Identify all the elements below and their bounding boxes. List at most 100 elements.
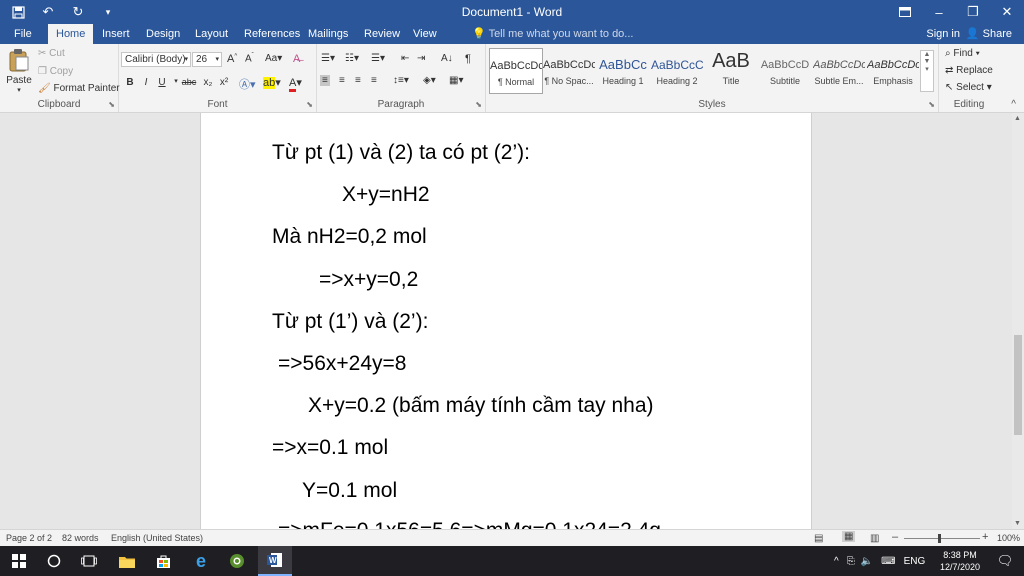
document-line[interactable]: =>mFe=0,1x56=5,6=>mMg=0,1x24=2,4g [278,519,661,529]
style-title[interactable]: AaB Title [705,48,757,92]
tab-home[interactable]: Home [48,24,94,44]
coccoc-browser-icon[interactable] [220,546,254,576]
highlight-icon[interactable]: ab▾ [263,76,281,89]
input-language[interactable]: ENG [904,556,926,567]
zoom-slider-thumb[interactable] [938,534,941,543]
subscript-button[interactable]: x₂ [201,77,215,88]
justify-icon[interactable]: ≡ [371,75,377,86]
dialog-launcher-icon[interactable]: ⬊ [306,100,313,109]
document-page[interactable]: Từ pt (1) và (2) ta có pt (2’): X+y=nH2 … [200,113,812,529]
word-count[interactable]: 82 words [62,533,99,543]
copy-button[interactable]: ❐ Copy [38,66,73,77]
increase-indent-icon[interactable]: ⇥ [417,53,425,64]
tab-insert[interactable]: Insert [94,24,138,44]
shading-icon[interactable]: ◈▾ [423,75,436,86]
strikethrough-button[interactable]: abc [179,77,199,87]
language-indicator[interactable]: English (United States) [111,533,203,543]
find-button[interactable]: ⌕ Find ▾ [945,48,980,59]
scroll-down-icon[interactable]: ▼ [1014,520,1021,527]
zoom-in-icon[interactable]: + [982,531,988,543]
italic-button[interactable]: I [139,77,153,88]
underline-button[interactable]: U [155,77,169,88]
document-line[interactable]: X+y=0.2 (bấm máy tính cầm tay nha) [308,394,654,418]
windows-start-icon[interactable] [2,546,36,576]
format-painter-button[interactable]: 🖌 Format Painter [38,83,120,94]
styles-gallery-scroll[interactable]: ▲ ▼ ▾ [920,50,934,92]
align-right-icon[interactable]: ≡ [355,75,361,86]
paste-button[interactable]: Paste ▾ [6,48,32,94]
tell-me-search[interactable]: 💡 Tell me what you want to do... [472,24,633,44]
document-line[interactable]: Y=0.1 mol [302,479,397,503]
style-normal[interactable]: AaBbCcDc ¶ Normal [489,48,543,94]
task-view-icon[interactable] [72,546,106,576]
zoom-slider[interactable] [904,538,980,539]
bold-button[interactable]: B [123,77,137,88]
align-center-icon[interactable]: ≡ [339,75,345,86]
pilcrow-icon[interactable]: ¶ [465,53,471,65]
show-hidden-icons-icon[interactable]: ^ [834,556,839,567]
style-heading-2[interactable]: AaBbCcC Heading 2 [651,48,703,92]
shrink-font-icon[interactable]: Aˇ [245,53,254,64]
document-line[interactable]: =>x+y=0,2 [319,268,418,292]
share-button[interactable]: 👤 Share [966,24,1012,44]
volume-icon[interactable]: 🔈 [861,556,873,567]
word-app-icon[interactable]: W [258,546,292,576]
superscript-button[interactable]: x² [217,77,231,88]
decrease-indent-icon[interactable]: ⇤ [401,53,409,64]
text-effects-icon[interactable]: Ⓐ▾ [239,76,256,92]
font-color-icon[interactable]: A▾ [289,76,302,92]
vertical-scrollbar[interactable]: ▲ ▼ [1012,113,1024,529]
edge-browser-icon[interactable]: e [184,546,218,576]
multilevel-list-icon[interactable]: ☰▾ [371,53,385,64]
dialog-launcher-icon[interactable]: ⬊ [108,100,115,109]
style-subtitle[interactable]: AaBbCcD Subtitle [759,48,811,92]
tab-review[interactable]: Review [356,24,408,44]
document-line[interactable]: =>56x+24y=8 [278,352,406,376]
style-subtle-emphasis[interactable]: AaBbCcDc Subtle Em... [813,48,865,92]
tab-view[interactable]: View [405,24,445,44]
read-mode-icon[interactable]: ▤ [814,533,823,544]
style-no-spacing[interactable]: AaBbCcDc ¶ No Spac... [543,48,595,92]
scroll-thumb[interactable] [1014,335,1022,435]
style-emphasis[interactable]: AaBbCcDc Emphasis [867,48,919,92]
tab-layout[interactable]: Layout [187,24,236,44]
zoom-out-icon[interactable]: – [892,531,898,543]
cortana-search-icon[interactable] [37,546,71,576]
document-line[interactable]: =>x=0.1 mol [272,436,388,460]
page-count[interactable]: Page 2 of 2 [6,533,52,543]
document-line[interactable]: X+y=nH2 [342,183,430,207]
notifications-icon[interactable]: 🗨 [988,546,1022,576]
zoom-level[interactable]: 100% [997,533,1020,543]
close-icon[interactable]: ✕ [990,0,1024,24]
font-size-select[interactable]: 26 ▾ [192,52,222,67]
borders-icon[interactable]: ▦▾ [449,75,463,86]
collapse-ribbon-icon[interactable]: ^ [1011,99,1016,110]
keyboard-icon[interactable]: ⌨ [881,556,895,567]
tab-references[interactable]: References [236,24,308,44]
restore-icon[interactable]: ❐ [956,0,990,24]
change-case-icon[interactable]: Aa▾ [265,53,282,64]
dialog-launcher-icon[interactable]: ⬊ [928,100,935,109]
minimize-icon[interactable]: – [922,0,956,24]
sort-icon[interactable]: A↓ [441,53,453,64]
document-line[interactable]: Từ pt (1) và (2) ta có pt (2’): [272,141,530,165]
dialog-launcher-icon[interactable]: ⬊ [475,100,482,109]
align-left-icon[interactable]: ≡ [320,75,330,86]
store-icon[interactable] [146,546,180,576]
print-layout-icon[interactable]: ▦ [842,531,856,542]
tab-file[interactable]: File [6,24,40,44]
style-heading-1[interactable]: AaBbCc Heading 1 [597,48,649,92]
document-line[interactable]: Từ pt (1’) và (2’): [272,310,428,334]
clear-formatting-icon[interactable]: A̶ [293,53,300,65]
document-line[interactable]: Mà nH2=0,2 mol [272,225,427,249]
cut-button[interactable]: ✂ Cut [38,48,65,59]
sign-in-link[interactable]: Sign in [926,24,960,44]
replace-button[interactable]: ⇄ Replace [945,65,993,76]
select-button[interactable]: ↖ Select ▾ [945,82,992,93]
web-layout-icon[interactable]: ▥ [870,533,879,544]
file-explorer-icon[interactable] [110,546,144,576]
line-spacing-icon[interactable]: ↕≡▾ [393,75,409,86]
network-icon[interactable]: ⎘ [847,556,855,567]
scroll-up-icon[interactable]: ▲ [1014,115,1021,122]
font-name-select[interactable]: Calibri (Body) ▾ [121,52,191,67]
